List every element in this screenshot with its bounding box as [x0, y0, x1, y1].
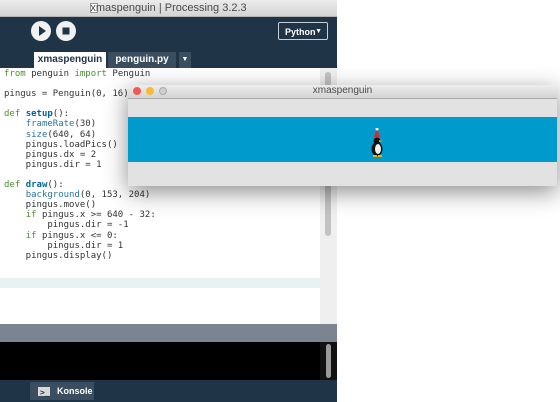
stop-icon [62, 27, 70, 35]
code-line: pingus.move() [4, 200, 97, 211]
run-icon [39, 26, 46, 36]
tab-penguin-py[interactable]: penguin.py [108, 52, 176, 68]
mode-select[interactable]: Python ▼ [278, 22, 328, 40]
code-line: pingus.display() [4, 250, 113, 261]
stop-button[interactable] [56, 21, 76, 41]
mode-label: Python [285, 27, 316, 37]
sketch-canvas [128, 117, 557, 162]
ide-window-title: xmaspenguin | Processing 3.2.3 [90, 2, 247, 14]
code-line: pingus.dir = 1 [4, 240, 124, 251]
run-button[interactable] [31, 21, 51, 41]
code-line: background(0, 153, 204) [25, 190, 151, 201]
code-line: if pingus.x <= 0: [25, 230, 118, 241]
sketch-titlebar: xmaspenguin [128, 85, 557, 99]
tab-menu-icon[interactable]: ▼ [179, 52, 191, 68]
processing-ide-window: xmaspenguin | Processing 3.2.3 Python ▼ … [0, 0, 337, 402]
code-line: from penguin import Penguin [4, 69, 151, 79]
status-bar [0, 324, 337, 342]
console-tab[interactable]: >_ Konsole [30, 382, 94, 400]
sketch-window: xmaspenguin [128, 85, 557, 186]
ide-footer: >_ Konsole [0, 380, 337, 402]
console-tab-label: Konsole [57, 386, 93, 396]
editor-tabs: xmaspenguin penguin.py ▼ [0, 49, 337, 68]
console-scroll-thumb[interactable] [326, 344, 331, 378]
console-icon: >_ [38, 387, 50, 397]
code-line: pingus.dir = -1 [4, 220, 129, 231]
current-line-highlight [0, 278, 320, 288]
ide-toolbar: Python ▼ [0, 17, 337, 49]
code-line: if pingus.x >= 640 - 32: [25, 210, 156, 221]
penguin-sprite [371, 128, 383, 157]
ide-titlebar: xmaspenguin | Processing 3.2.3 [0, 0, 337, 17]
tab-xmaspenguin[interactable]: xmaspenguin [34, 52, 106, 68]
console-area[interactable] [0, 342, 320, 380]
console-scrollbar[interactable] [320, 342, 337, 380]
sketch-window-title: xmaspenguin [312, 85, 373, 96]
chevron-down-icon: ▼ [315, 28, 322, 35]
